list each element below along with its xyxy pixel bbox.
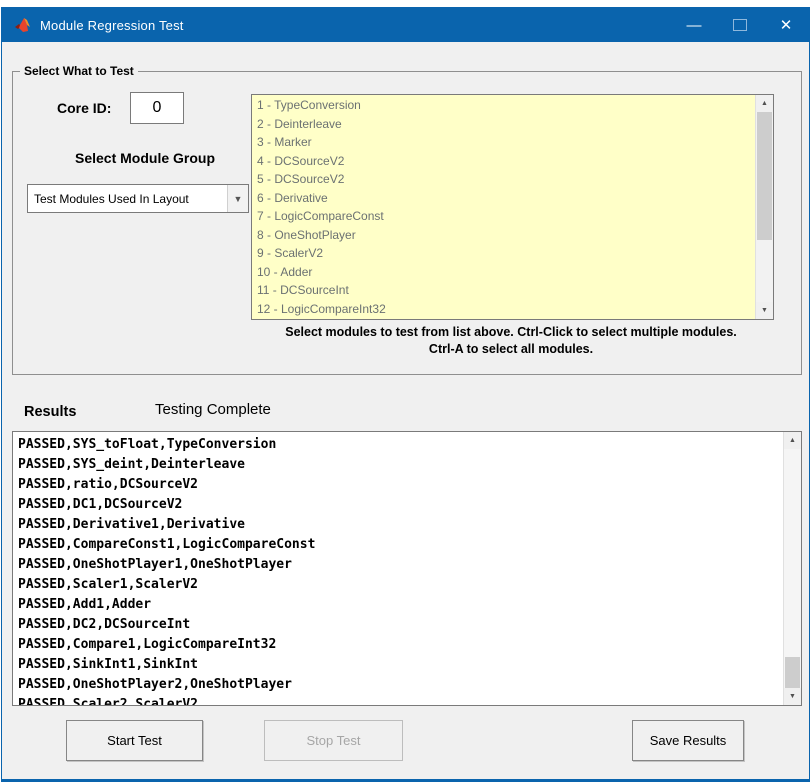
result-line[interactable]: PASSED,DC2,DCSourceInt	[13, 615, 783, 635]
module-list-item[interactable]: 12 - LogicCompareInt32	[252, 300, 755, 319]
scroll-up-icon[interactable]: ▲	[756, 95, 773, 112]
scrollbar-thumb[interactable]	[785, 657, 800, 689]
result-line[interactable]: PASSED,Derivative1,Derivative	[13, 515, 783, 535]
chevron-down-icon[interactable]: ▼	[227, 185, 248, 212]
result-line[interactable]: PASSED,ratio,DCSourceV2	[13, 475, 783, 495]
module-list-item[interactable]: 6 - Derivative	[252, 189, 755, 208]
scrollbar-thumb[interactable]	[757, 112, 772, 240]
module-list-item[interactable]: 10 - Adder	[252, 263, 755, 282]
module-list-item[interactable]: 4 - DCSourceV2	[252, 152, 755, 171]
save-results-label: Save Results	[650, 733, 727, 748]
minimize-icon: —	[687, 17, 702, 34]
module-list-items: 1 - TypeConversion2 - Deinterleave3 - Ma…	[252, 96, 755, 318]
stop-test-label: Stop Test	[307, 733, 361, 748]
module-list-item[interactable]: 11 - DCSourceInt	[252, 281, 755, 300]
module-group-selected-value: Test Modules Used In Layout	[28, 192, 227, 206]
module-list-item[interactable]: 1 - TypeConversion	[252, 96, 755, 115]
result-line[interactable]: PASSED,SinkInt1,SinkInt	[13, 655, 783, 675]
help-line-1: Select modules to test from list above. …	[241, 324, 781, 341]
module-group-dropdown[interactable]: Test Modules Used In Layout ▼	[27, 184, 249, 213]
panel-title: Select What to Test	[20, 64, 138, 78]
scroll-down-icon[interactable]: ▼	[784, 688, 801, 705]
result-line[interactable]: PASSED,Scaler2,ScalerV2	[13, 695, 783, 705]
results-scrollbar[interactable]: ▲ ▼	[783, 432, 801, 705]
screen: Module Regression Test — ✕ Select What t…	[0, 0, 811, 784]
result-line[interactable]: PASSED,SYS_toFloat,TypeConversion	[13, 435, 783, 455]
result-line[interactable]: PASSED,OneShotPlayer2,OneShotPlayer	[13, 675, 783, 695]
core-id-input[interactable]: 0	[130, 92, 184, 124]
module-listbox[interactable]: 1 - TypeConversion2 - Deinterleave3 - Ma…	[251, 94, 774, 320]
results-listbox[interactable]: PASSED,SYS_toFloat,TypeConversionPASSED,…	[12, 431, 802, 706]
save-results-button[interactable]: Save Results	[632, 720, 744, 761]
core-id-value: 0	[153, 99, 162, 117]
close-button[interactable]: ✕	[763, 8, 809, 42]
maximize-button[interactable]	[717, 8, 763, 42]
start-test-button[interactable]: Start Test	[66, 720, 203, 761]
caption-buttons: — ✕	[671, 8, 809, 42]
results-label: Results	[24, 404, 76, 420]
matlab-icon	[15, 17, 31, 33]
window-title: Module Regression Test	[40, 18, 184, 33]
module-list-scrollbar[interactable]: ▲ ▼	[755, 95, 773, 319]
module-list-item[interactable]: 8 - OneShotPlayer	[252, 226, 755, 245]
help-line-2: Ctrl-A to select all modules.	[241, 341, 781, 358]
title-bar[interactable]: Module Regression Test — ✕	[2, 8, 809, 42]
results-lines: PASSED,SYS_toFloat,TypeConversionPASSED,…	[13, 435, 783, 705]
result-line[interactable]: PASSED,CompareConst1,LogicCompareConst	[13, 535, 783, 555]
module-list-help-text: Select modules to test from list above. …	[241, 324, 781, 358]
module-list-item[interactable]: 3 - Marker	[252, 133, 755, 152]
module-regression-test-window: Module Regression Test — ✕ Select What t…	[1, 7, 810, 782]
core-id-label: Core ID:	[57, 100, 111, 116]
result-line[interactable]: PASSED,Scaler1,ScalerV2	[13, 575, 783, 595]
testing-status-text: Testing Complete	[155, 401, 271, 418]
start-test-label: Start Test	[107, 733, 162, 748]
result-line[interactable]: PASSED,Add1,Adder	[13, 595, 783, 615]
scroll-up-icon[interactable]: ▲	[784, 432, 801, 449]
result-line[interactable]: PASSED,Compare1,LogicCompareInt32	[13, 635, 783, 655]
scroll-down-icon[interactable]: ▼	[756, 302, 773, 319]
module-list-item[interactable]: 5 - DCSourceV2	[252, 170, 755, 189]
module-group-label: Select Module Group	[35, 150, 255, 166]
minimize-button[interactable]: —	[671, 8, 717, 48]
module-list-item[interactable]: 9 - ScalerV2	[252, 244, 755, 263]
module-list-item[interactable]: 2 - Deinterleave	[252, 115, 755, 134]
result-line[interactable]: PASSED,SYS_deint,Deinterleave	[13, 455, 783, 475]
maximize-icon	[733, 19, 747, 31]
stop-test-button: Stop Test	[264, 720, 403, 761]
module-list-item[interactable]: 7 - LogicCompareConst	[252, 207, 755, 226]
result-line[interactable]: PASSED,DC1,DCSourceV2	[13, 495, 783, 515]
select-what-to-test-panel: Select What to Test Core ID: 0 Select Mo…	[12, 71, 802, 375]
result-line[interactable]: PASSED,OneShotPlayer1,OneShotPlayer	[13, 555, 783, 575]
close-icon: ✕	[780, 16, 793, 34]
